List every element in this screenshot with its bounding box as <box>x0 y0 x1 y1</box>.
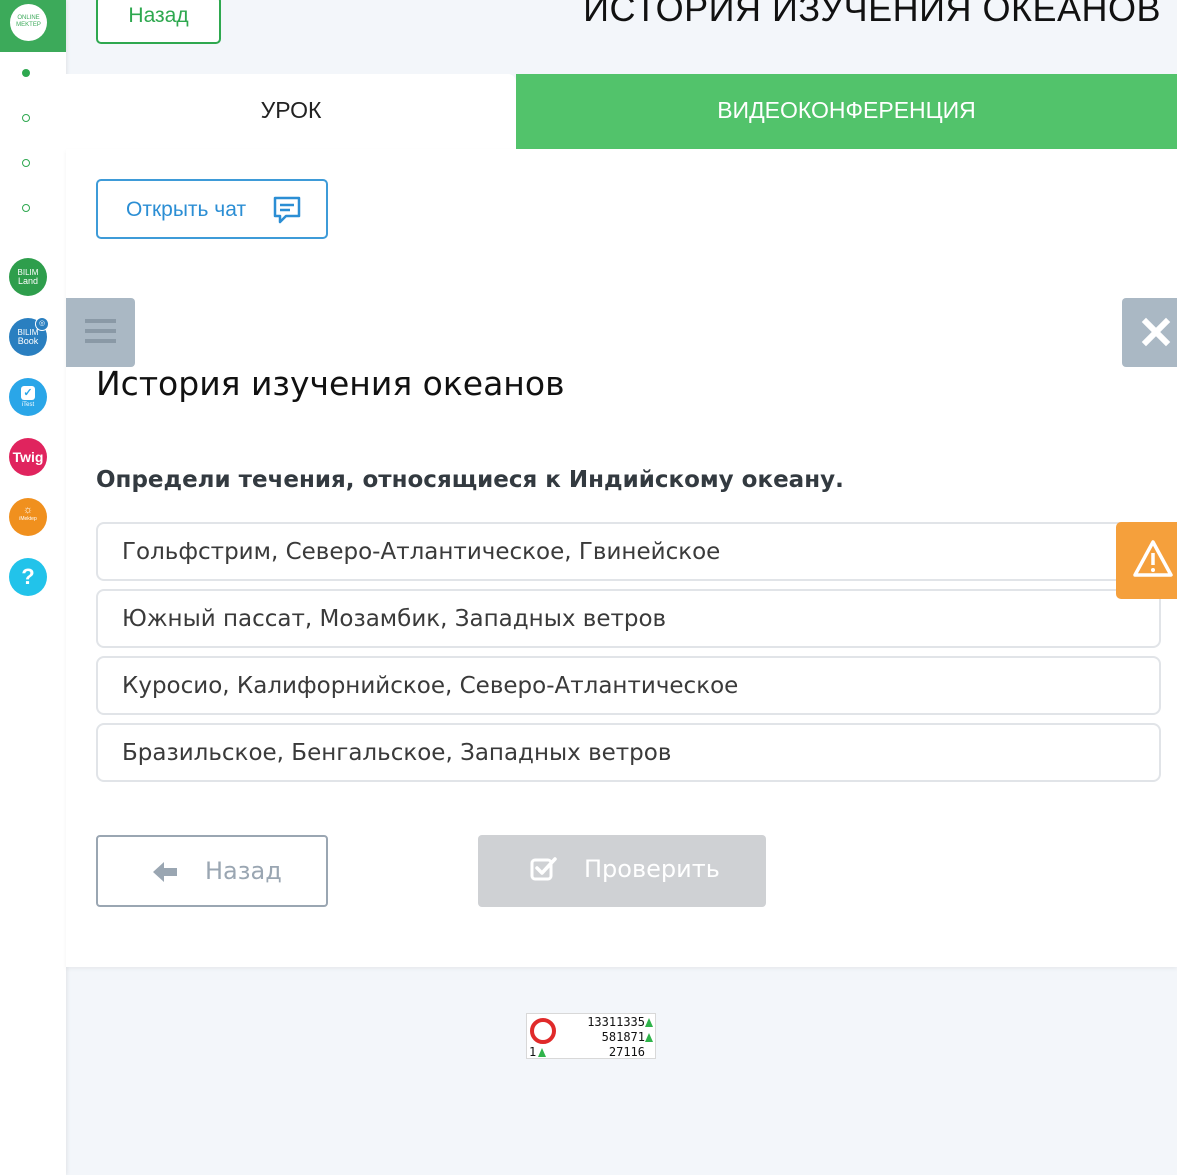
counter-value: 581871 <box>601 1030 645 1044</box>
check-button[interactable]: Проверить <box>478 835 766 907</box>
logo-block[interactable]: ONLINE MEKTEP <box>0 0 66 52</box>
imektep-icon[interactable]: ☼ iMektep <box>9 498 47 536</box>
chat-icon <box>273 196 301 224</box>
header-back-button[interactable]: Назад <box>96 0 221 44</box>
up-arrow-icon <box>538 1048 546 1057</box>
answer-option-label: Бразильское, Бенгальское, Западных ветро… <box>122 740 672 766</box>
tab-videoconference[interactable]: ВИДЕОКОНФЕРЕНЦИЯ <box>516 74 1177 149</box>
open-chat-label: Открыть чат <box>126 198 247 221</box>
report-problem-button[interactable] <box>1116 522 1177 599</box>
counter-logo-icon <box>530 1018 556 1044</box>
hamburger-icon <box>85 319 116 343</box>
answer-option[interactable]: Куросио, Калифорнийское, Северо-Атлантич… <box>96 656 1161 715</box>
answer-option[interactable]: Южный пассат, Мозамбик, Западных ветров <box>96 589 1161 648</box>
lesson-title: История изучения океанов <box>96 364 565 403</box>
onlinemektep-logo: ONLINE MEKTEP <box>10 4 47 41</box>
tab-lesson[interactable]: УРОК <box>66 74 516 149</box>
bilimland-icon[interactable]: BILIM Land <box>9 258 47 296</box>
back-button-label: Назад <box>205 857 282 885</box>
left-sidebar: ONLINE MEKTEP BILIM Land BILIM Book ◎ ✓ … <box>0 0 66 1175</box>
question-text: Определи течения, относящиеся к Индийско… <box>96 467 844 493</box>
checkbox-check-icon <box>530 857 557 881</box>
menu-toggle-button[interactable] <box>66 298 135 367</box>
up-arrow-icon <box>645 1018 653 1027</box>
warning-icon <box>1133 540 1173 577</box>
nav-dot-active[interactable] <box>22 69 30 77</box>
lesson-card: Открыть чат История изучения океанов Опр… <box>66 149 1177 967</box>
close-icon <box>1141 317 1171 347</box>
open-chat-button[interactable]: Открыть чат <box>96 179 328 239</box>
nav-dot[interactable] <box>22 204 30 212</box>
nav-dot[interactable] <box>22 159 30 167</box>
arrow-left-icon <box>153 862 177 882</box>
bilimbook-icon[interactable]: BILIM Book ◎ <box>9 317 49 356</box>
visit-counter[interactable]: 13311335 581871 27116 1 <box>526 1013 656 1059</box>
up-arrow-icon <box>645 1033 653 1042</box>
logo-text: ONLINE MEKTEP <box>16 15 41 28</box>
counter-value: 1 <box>529 1045 537 1059</box>
itest-icon[interactable]: ✓ iTest <box>9 378 47 416</box>
help-icon[interactable]: ? <box>9 558 47 596</box>
check-button-label: Проверить <box>584 855 720 883</box>
answer-option[interactable]: Бразильское, Бенгальское, Западных ветро… <box>96 723 1161 782</box>
back-button[interactable]: Назад <box>96 835 328 907</box>
counter-value: 27116 <box>608 1045 645 1059</box>
badge-icon: ◎ <box>35 317 49 331</box>
counter-value: 13311335 <box>587 1015 645 1029</box>
page-title: ИСТОРИЯ ИЗУЧЕНИЯ ОКЕАНОВ <box>583 0 1161 29</box>
close-button[interactable] <box>1122 298 1177 367</box>
check-icon: ✓ <box>21 386 35 400</box>
answer-option[interactable]: Гольфстрим, Северо-Атлантическое, Гвиней… <box>96 522 1161 581</box>
nav-dot[interactable] <box>22 114 30 122</box>
answer-option-label: Гольфстрим, Северо-Атлантическое, Гвиней… <box>122 539 721 565</box>
twig-icon[interactable]: Twig <box>9 438 47 476</box>
answer-option-label: Южный пассат, Мозамбик, Западных ветров <box>122 606 667 632</box>
answer-option-label: Куросио, Калифорнийское, Северо-Атлантич… <box>122 673 739 699</box>
